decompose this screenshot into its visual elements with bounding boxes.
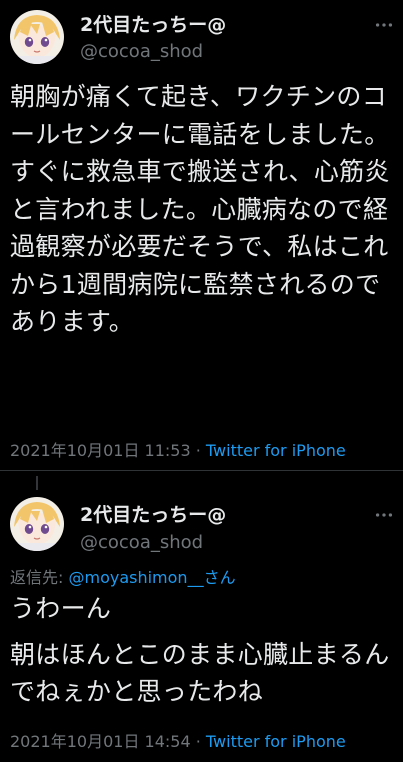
tweet-reply[interactable]: 2代目たっちー@ @cocoa_shod 返信先: @moyashimon__さ… [0, 476, 403, 762]
source-link[interactable]: Twitter for iPhone [206, 732, 346, 751]
tweet-meta: 2021年10月01日 11:53 · Twitter for iPhone [10, 437, 346, 461]
tweet-text-line: 朝はほんとこのまま心臓止まるんでねぇかと思ったわね [10, 640, 390, 706]
more-options-icon[interactable] [373, 504, 395, 526]
display-name[interactable]: 2代目たっちー@ [80, 10, 226, 37]
anime-avatar-icon [10, 497, 64, 551]
user-handle[interactable]: @cocoa_shod [80, 532, 203, 553]
meta-separator: · [195, 441, 201, 460]
tweet-main[interactable]: 2代目たっちー@ @cocoa_shod 朝胸が痛くて起き、ワクチンのコールセン… [0, 0, 403, 470]
timestamp[interactable]: 2021年10月01日 14:54 [10, 732, 191, 751]
divider [0, 470, 403, 471]
timestamp[interactable]: 2021年10月01日 11:53 [10, 441, 191, 460]
source-link[interactable]: Twitter for iPhone [206, 441, 346, 460]
more-options-icon[interactable] [373, 14, 395, 36]
thread-connector [36, 476, 38, 490]
tweet-text: 朝胸が痛くて起き、ワクチンのコールセンターに電話をしました。すぐに救急車で搬送さ… [10, 82, 390, 336]
meta-separator: · [195, 732, 201, 751]
reply-context: 返信先: @moyashimon__さん [10, 564, 236, 588]
anime-avatar-icon [10, 10, 64, 64]
display-name[interactable]: 2代目たっちー@ [80, 500, 226, 527]
tweet-text: うわーん 朝はほんとこのまま心臓止まるんでねぇかと思ったわね [10, 590, 396, 710]
avatar[interactable] [10, 497, 64, 551]
tweet-meta: 2021年10月01日 14:54 · Twitter for iPhone [10, 728, 346, 752]
reply-target-link[interactable]: @moyashimon__さん [68, 568, 235, 587]
tweet-text-line: うわーん [10, 594, 112, 623]
reply-prefix: 返信先: [10, 568, 69, 587]
avatar[interactable] [10, 10, 64, 64]
user-handle[interactable]: @cocoa_shod [80, 41, 203, 62]
